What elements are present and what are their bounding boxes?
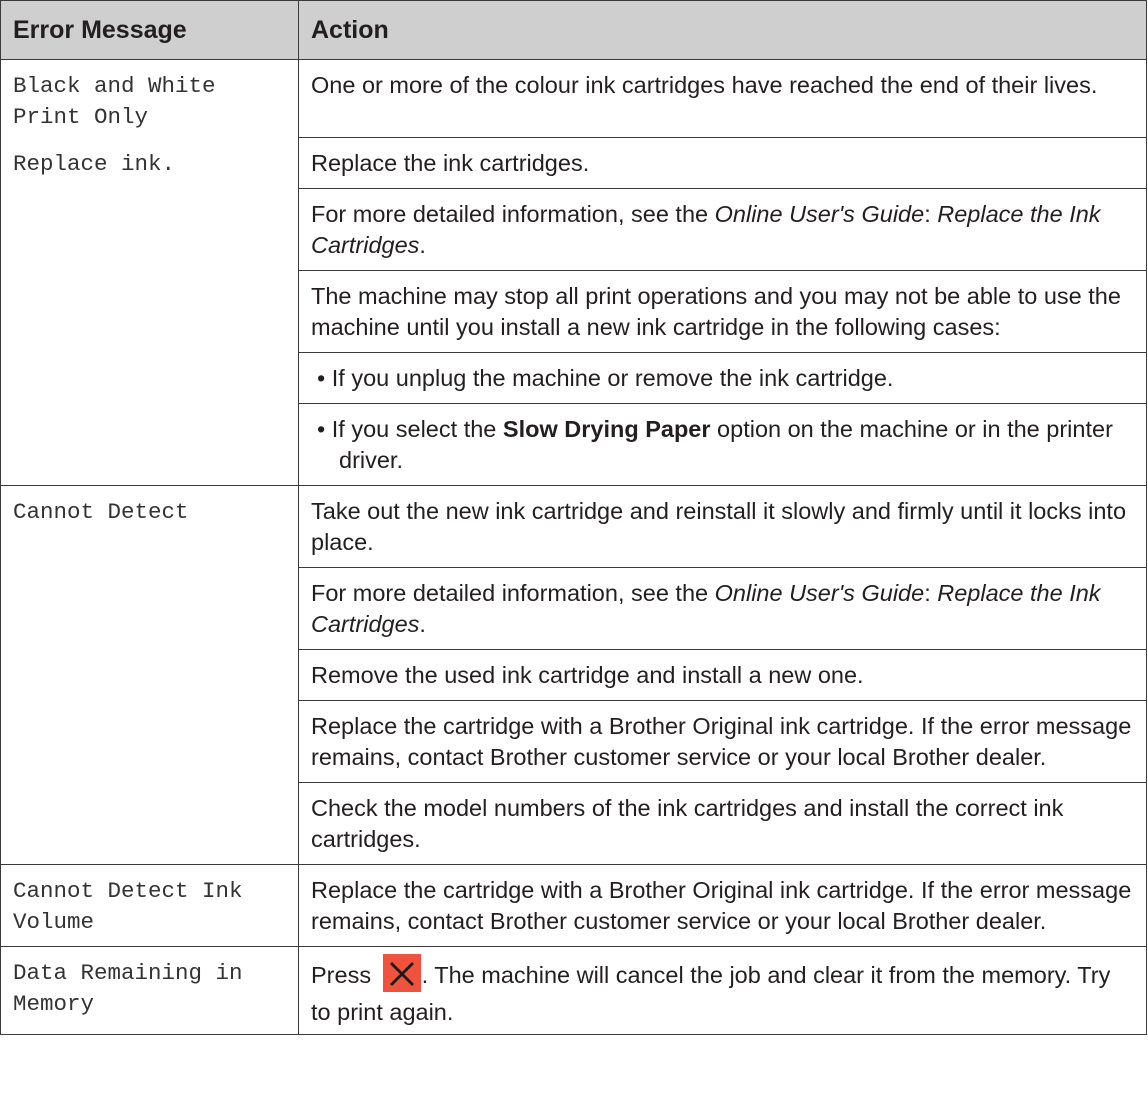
table-row: For more detailed information, see the O… [0,187,1147,271]
action-text: Replace the cartridge with a Brother Ori… [298,699,1147,783]
guide-reference: Online User's Guide [714,200,925,227]
error-data-remaining-in-memory: Data Remaining in Memory [0,945,299,1035]
error-cell-empty [0,567,299,649]
table-row: Cannot Detect Take out the new ink cartr… [0,484,1147,568]
text-segment: For more detailed information, see the [311,579,715,606]
error-cell-empty [0,700,299,782]
table-row: Cannot Detect Ink Volume Replace the car… [0,863,1147,947]
action-text: The machine may stop all print operation… [298,269,1147,353]
action-text: Check the model numbers of the ink cartr… [298,781,1147,865]
table-row: • If you unplug the machine or remove th… [0,351,1147,404]
error-cell-empty [0,782,299,865]
bullet-icon: • [317,364,326,391]
error-message-table: Error Message Action Black and White Pri… [0,0,1147,1035]
action-text: Replace the ink cartridges. [298,136,1147,189]
text-segment: . [419,231,426,258]
table-header-row: Error Message Action [0,0,1147,60]
action-text: Replace the cartridge with a Brother Ori… [298,863,1147,947]
table-row: Replace the cartridge with a Brother Ori… [0,699,1147,783]
error-cannot-detect: Cannot Detect [0,484,299,567]
text-segment: . The machine will cancel the job and cl… [311,961,1111,1025]
table-row: Data Remaining in Memory Press . The mac… [0,945,1147,1035]
text-segment: Press [311,961,378,988]
error-cell-empty [0,188,299,270]
bullet-icon: • [317,415,326,442]
table-row: Black and White Print Only One or more o… [0,59,1147,138]
setting-name: Slow Drying Paper [502,415,711,442]
action-bullet: • If you select the Slow Drying Paper op… [298,402,1147,486]
guide-reference: Online User's Guide [714,579,925,606]
error-cell-empty [0,352,299,403]
stop-x-icon [382,953,421,992]
action-text: Take out the new ink cartridge and reins… [298,484,1147,568]
text-segment: If you select the [331,415,503,442]
error-cell-empty [0,649,299,700]
text-segment: For more detailed information, see the [311,200,715,227]
action-bullet: • If you unplug the machine or remove th… [298,351,1147,404]
action-text: For more detailed information, see the O… [298,187,1147,271]
error-cannot-detect-ink-volume: Cannot Detect Ink Volume [0,863,299,947]
table-row: The machine may stop all print operation… [0,269,1147,353]
text-segment: : [924,200,938,227]
error-black-and-white: Black and White Print Only [0,59,299,137]
text-segment: . [419,610,426,637]
table-row: • If you select the Slow Drying Paper op… [0,402,1147,486]
action-text: Remove the used ink cartridge and instal… [298,648,1147,701]
header-error-message: Error Message [0,0,299,60]
table-row: For more detailed information, see the O… [0,566,1147,650]
error-replace-ink: Replace ink. [0,137,299,188]
error-table-wrapper: Error Message Action Black and White Pri… [0,0,1147,1035]
error-cell-empty [0,270,299,352]
action-text: One or more of the colour ink cartridges… [298,59,1147,138]
table-row: Remove the used ink cartridge and instal… [0,648,1147,701]
text-segment: : [924,579,938,606]
header-action: Action [298,0,1147,60]
table-row: Check the model numbers of the ink cartr… [0,781,1147,865]
action-text: For more detailed information, see the O… [298,566,1147,650]
bullet-text: If you unplug the machine or remove the … [331,364,894,391]
error-cell-empty [0,403,299,486]
action-text: Press . The machine will cancel the job … [298,945,1147,1035]
table-row: Replace ink. Replace the ink cartridges. [0,136,1147,189]
